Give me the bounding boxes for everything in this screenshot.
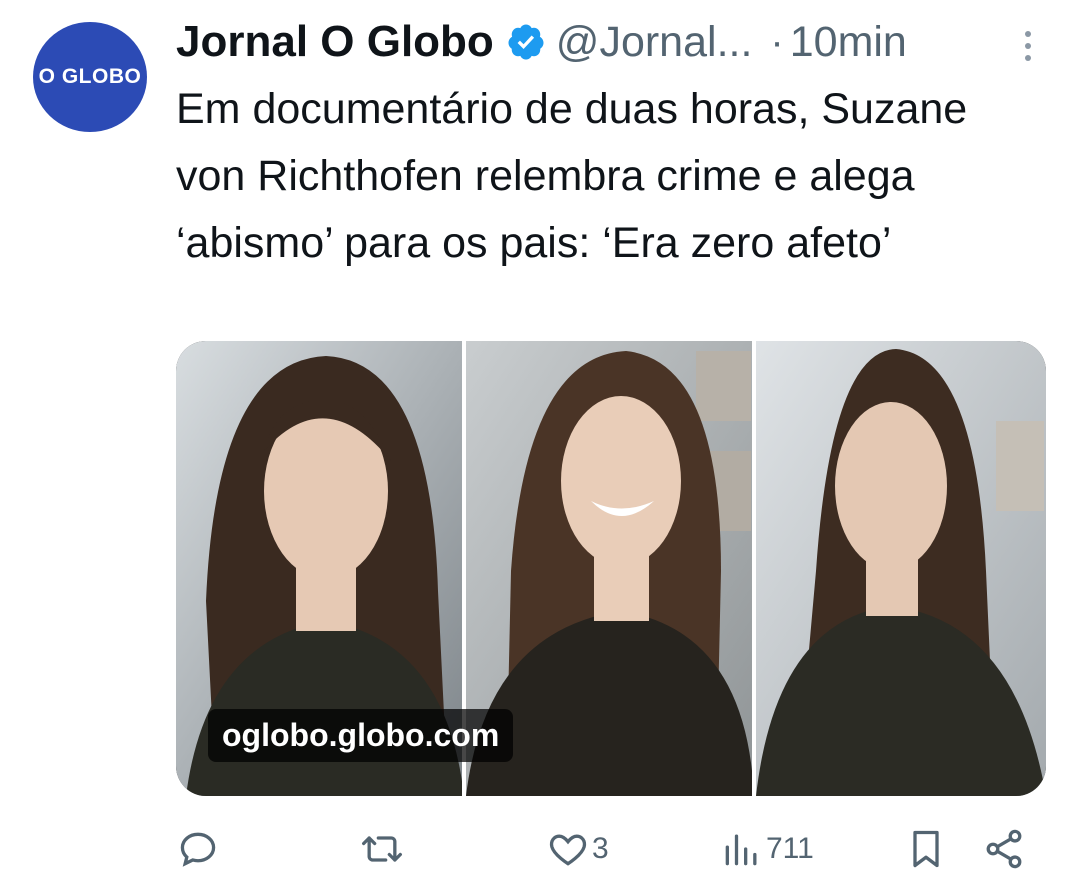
action-bar: 3 711: [176, 822, 1030, 876]
reply-button[interactable]: [176, 822, 220, 876]
share-button[interactable]: [982, 822, 1026, 876]
separator-dot: ·: [770, 19, 784, 64]
like-count: 3: [592, 832, 609, 865]
like-button[interactable]: 3: [546, 822, 609, 876]
account-name[interactable]: Jornal O Globo: [176, 17, 494, 67]
views-button[interactable]: 711: [720, 822, 814, 876]
views-icon: [725, 834, 757, 866]
portrait-panel-3: [756, 341, 1046, 796]
verified-badge-icon: [508, 24, 544, 60]
repost-button[interactable]: [360, 822, 404, 876]
reply-icon: [180, 832, 216, 867]
bookmark-button[interactable]: [904, 822, 948, 876]
link-domain-badge[interactable]: oglobo.globo.com: [208, 709, 514, 762]
more-options-icon[interactable]: [1016, 26, 1040, 66]
post-time[interactable]: 10min: [790, 18, 907, 67]
heart-icon: [549, 834, 587, 866]
avatar[interactable]: O GLOBO: [33, 22, 147, 132]
avatar-logo-text: O GLOBO: [38, 65, 142, 88]
repost-icon: [362, 836, 402, 862]
post-header: Jornal O Globo @Jornal... · 10min: [176, 10, 1050, 74]
share-icon: [986, 829, 1022, 869]
link-card-image[interactable]: oglobo.globo.com: [176, 341, 1046, 796]
account-handle[interactable]: @Jornal...: [556, 18, 753, 67]
bookmark-icon: [913, 830, 939, 868]
views-count: 711: [766, 832, 814, 865]
post-text: Em documentário de duas horas, Suzane vo…: [176, 85, 968, 267]
